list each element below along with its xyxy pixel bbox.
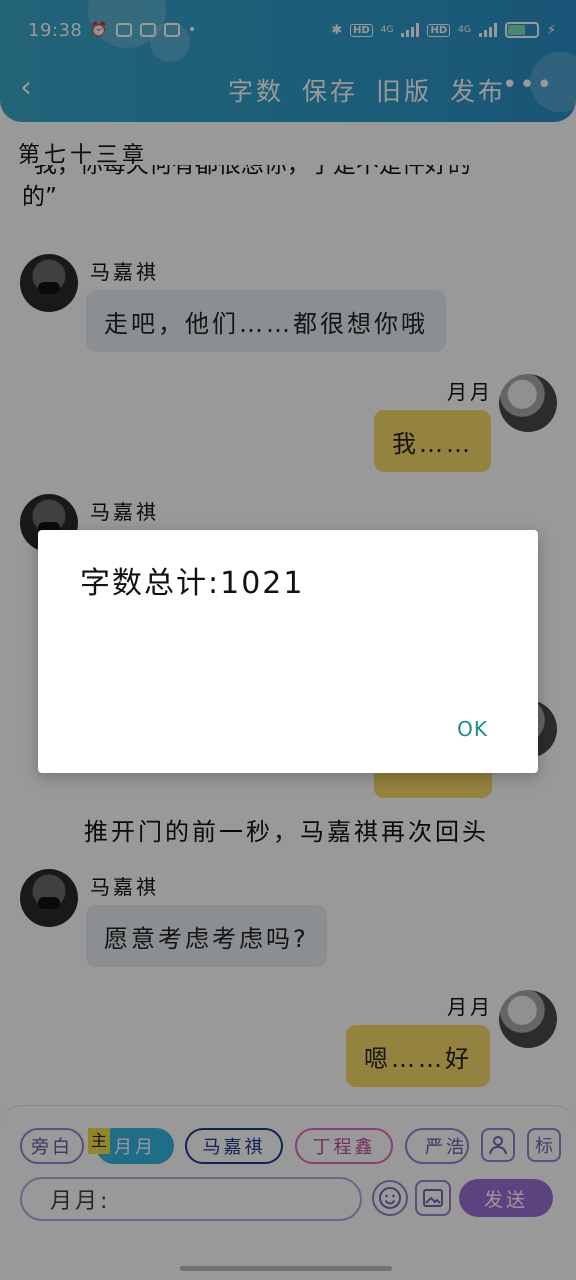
ok-button[interactable]: OK — [457, 717, 488, 741]
word-count-dialog: 字数总计:1021 OK — [38, 530, 538, 773]
dialog-message: 字数总计:1021 — [80, 566, 305, 601]
